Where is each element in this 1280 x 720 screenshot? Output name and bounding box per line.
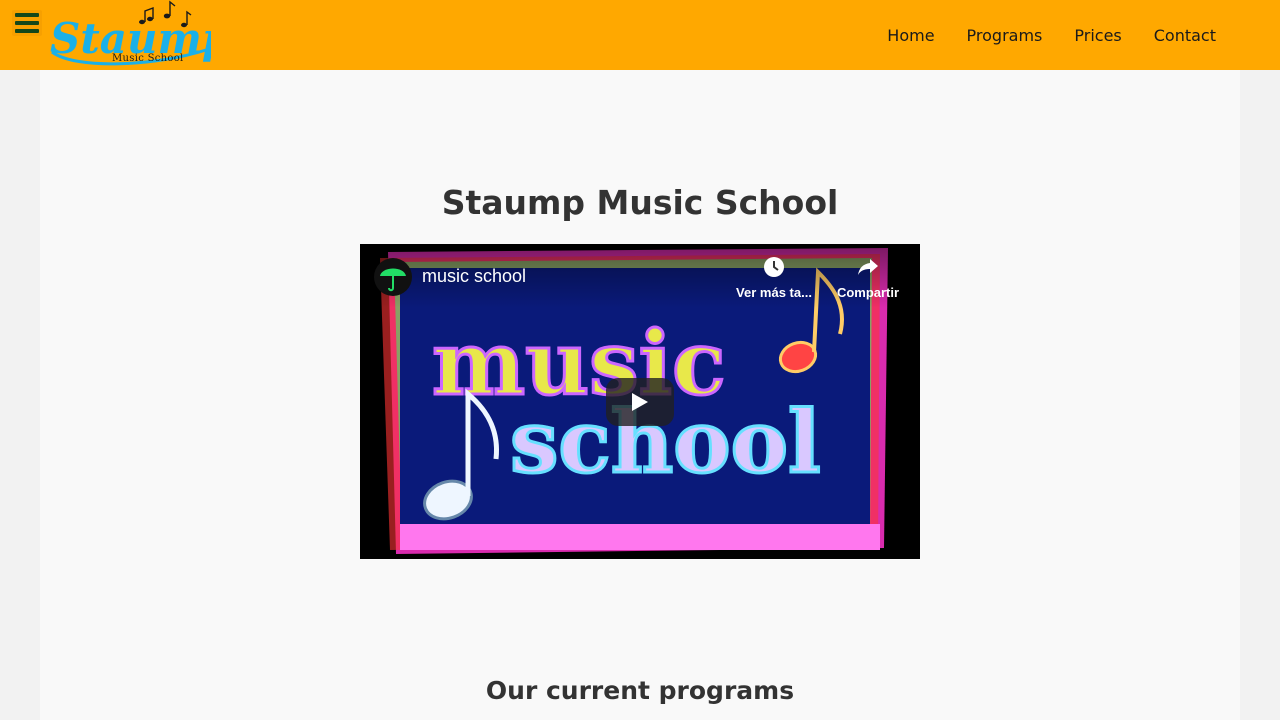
nav-link-home[interactable]: Home <box>871 26 950 45</box>
play-icon <box>632 393 648 411</box>
logo-tagline: Music School <box>112 53 184 64</box>
page-title: Staump Music School <box>441 183 839 222</box>
play-button[interactable] <box>606 378 674 426</box>
main-nav: Home Programs Prices Contact <box>871 0 1232 70</box>
channel-avatar[interactable] <box>374 258 412 296</box>
section-title-programs: Our current programs <box>485 676 795 705</box>
nav-link-programs[interactable]: Programs <box>951 26 1059 45</box>
video-player[interactable]: music school music school Ver más ta... <box>360 244 920 559</box>
share-icon <box>858 259 878 275</box>
clock-icon <box>764 257 784 277</box>
video-title[interactable]: music school <box>422 266 526 287</box>
share-button[interactable]: Compartir <box>832 256 904 300</box>
main-content: Staump Music School music school music s… <box>40 70 1240 720</box>
menu-icon[interactable] <box>12 10 42 36</box>
nav-link-contact[interactable]: Contact <box>1138 26 1232 45</box>
watch-later-label: Ver más ta... <box>736 285 812 300</box>
site-header: Staump Music School Home Programs Prices… <box>0 0 1280 70</box>
menu-bar-line <box>15 13 39 17</box>
watch-later-button[interactable]: Ver más ta... <box>732 256 816 300</box>
menu-bar-line <box>15 29 39 33</box>
share-label: Compartir <box>836 285 900 300</box>
umbrella-icon <box>380 268 406 292</box>
nav-link-prices[interactable]: Prices <box>1058 26 1137 45</box>
site-logo[interactable]: Staump Music School <box>46 0 231 70</box>
menu-bar-line <box>15 21 39 25</box>
